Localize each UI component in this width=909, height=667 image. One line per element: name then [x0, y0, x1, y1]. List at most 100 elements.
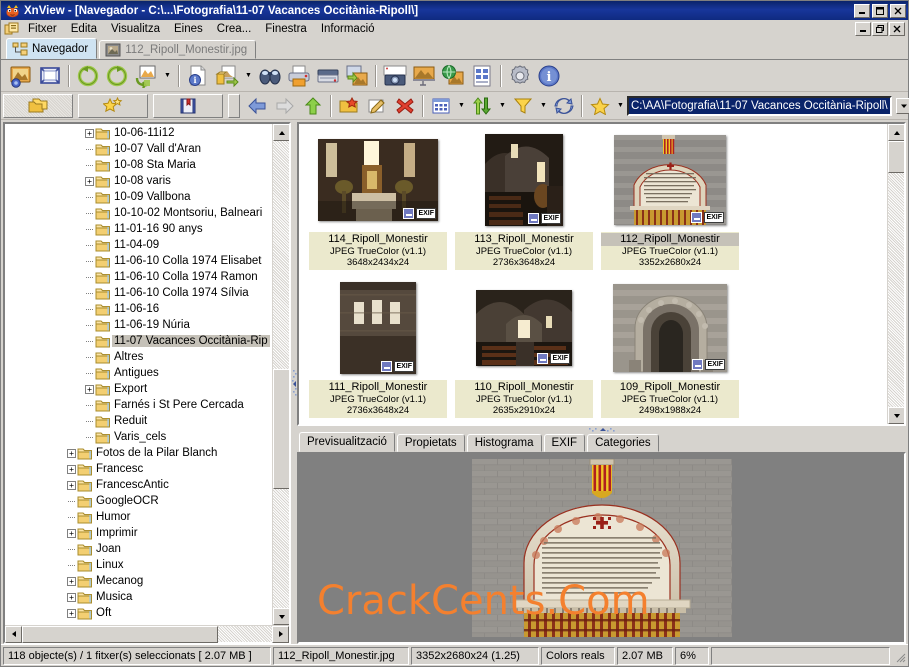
thumbnail-image[interactable]: EXIF: [476, 290, 572, 366]
tree-item[interactable]: Antigues: [5, 365, 272, 381]
screen-capture-icon[interactable]: [381, 62, 409, 90]
tree-item[interactable]: +Musica: [5, 589, 272, 605]
tree-scroll-track-upper[interactable]: [273, 141, 289, 369]
thumbnail-item[interactable]: EXIF111_Ripoll_MonestirJPEG TrueColor (v…: [305, 276, 451, 424]
tree-item[interactable]: +Mecanog: [5, 573, 272, 589]
settings-gear-icon[interactable]: [506, 62, 534, 90]
thumb-scroll-thumb[interactable]: [888, 141, 905, 173]
catalog-book-icon[interactable]: [153, 94, 223, 118]
tree-item[interactable]: Varis_cels: [5, 429, 272, 445]
tree-expand-icon[interactable]: +: [67, 577, 76, 586]
thumbnail-item[interactable]: EXIF112_Ripoll_MonestirJPEG TrueColor (v…: [597, 128, 743, 276]
convert-icon[interactable]: [132, 62, 160, 90]
delete-icon[interactable]: [391, 92, 419, 120]
tree-item[interactable]: +10-06-11i12: [5, 125, 272, 141]
tree-item[interactable]: Farnés i St Pere Cercada: [5, 397, 272, 413]
tree-item[interactable]: +Export: [5, 381, 272, 397]
rotate-left-icon[interactable]: [74, 62, 102, 90]
tree-item[interactable]: 10-10-02 Montsoriu, Balneari: [5, 205, 272, 221]
tree-hscroll-thumb[interactable]: [22, 626, 218, 643]
tree-scroll-right-button[interactable]: [272, 626, 289, 643]
resize-grip-icon[interactable]: [892, 649, 906, 663]
web-page-icon[interactable]: [439, 62, 467, 90]
tree-item[interactable]: 11-06-10 Colla 1974 Sílvia: [5, 285, 272, 301]
tree-expand-icon[interactable]: +: [85, 177, 94, 186]
tree-item[interactable]: +Oft: [5, 605, 272, 621]
preview-tab[interactable]: Previsualització: [299, 432, 395, 452]
menu-item-informacio[interactable]: Informació: [314, 21, 382, 37]
tree-item[interactable]: 10-08 Sta Maria: [5, 157, 272, 173]
window-minimize-button[interactable]: [854, 4, 870, 18]
batch-convert-dropdown-arrow[interactable]: ▼: [242, 62, 255, 90]
tree-item[interactable]: Altres: [5, 349, 272, 365]
tree-item[interactable]: 11-06-19 Núria: [5, 317, 272, 333]
tree-item[interactable]: 11-06-10 Colla 1974 Elisabet: [5, 253, 272, 269]
back-arrow-icon[interactable]: [243, 92, 271, 120]
menu-item-fitxer[interactable]: Fitxer: [21, 21, 64, 37]
contact-sheet-icon[interactable]: [468, 62, 496, 90]
sort-icon[interactable]: [468, 92, 496, 120]
mdi-minimize-button[interactable]: [855, 22, 871, 36]
slideshow-icon[interactable]: [410, 62, 438, 90]
tab-image-112[interactable]: 112_Ripoll_Monestir.jpg: [99, 40, 256, 59]
thumbnail-item[interactable]: EXIF110_Ripoll_MonestirJPEG TrueColor (v…: [451, 276, 597, 424]
tree-item[interactable]: Reduit: [5, 413, 272, 429]
preview-tab[interactable]: Categories: [587, 434, 659, 452]
scanner-icon[interactable]: [314, 62, 342, 90]
tree-item[interactable]: +10-08 varis: [5, 173, 272, 189]
tree-scroll-up-button[interactable]: [273, 124, 289, 141]
window-maximize-button[interactable]: [872, 4, 888, 18]
tree-expand-icon[interactable]: +: [67, 593, 76, 602]
tree-item[interactable]: +Fotos de la Pilar Blanch: [5, 445, 272, 461]
menu-item-edita[interactable]: Edita: [64, 21, 104, 37]
tree-item[interactable]: GoogleOCR: [5, 493, 272, 509]
tree-expand-icon[interactable]: +: [67, 449, 76, 458]
thumbnail-item[interactable]: EXIF114_Ripoll_MonestirJPEG TrueColor (v…: [305, 128, 451, 276]
preview-tab[interactable]: EXIF: [544, 434, 586, 452]
tree-scroll-left-button[interactable]: [5, 626, 22, 643]
tree-horizontal-scrollbar[interactable]: [5, 625, 289, 642]
sort-dropdown-arrow[interactable]: ▼: [496, 92, 509, 120]
tree-item[interactable]: 10-09 Vallbona: [5, 189, 272, 205]
tree-expand-icon[interactable]: +: [67, 609, 76, 618]
new-folder-icon[interactable]: [335, 92, 363, 120]
menu-item-finestra[interactable]: Finestra: [258, 21, 314, 37]
print-icon[interactable]: [285, 62, 313, 90]
tree-item[interactable]: 11-06-16: [5, 301, 272, 317]
up-folder-icon[interactable]: [299, 92, 327, 120]
tree-item[interactable]: 10-07 Vall d'Aran: [5, 141, 272, 157]
find-icon[interactable]: [256, 62, 284, 90]
tree-item[interactable]: +Imprimir: [5, 525, 272, 541]
about-info-icon[interactable]: i: [535, 62, 563, 90]
tree-item[interactable]: Linux: [5, 557, 272, 573]
add-favorite-dropdown-arrow[interactable]: ▼: [614, 92, 627, 120]
rename-icon[interactable]: [363, 92, 391, 120]
thumbnail-image[interactable]: EXIF: [614, 135, 726, 225]
tree-scroll-down-button[interactable]: [273, 608, 289, 625]
tree-expand-icon[interactable]: +: [67, 529, 76, 538]
thumbnail-grid[interactable]: EXIF114_Ripoll_MonestirJPEG TrueColor (v…: [299, 124, 887, 424]
preview-content[interactable]: CrackCents.Com: [297, 452, 906, 644]
preview-tab-bar[interactable]: PrevisualitzacióPropietatsHistogramaEXIF…: [297, 432, 906, 452]
tree-item[interactable]: 11-07 Vacances Occitània-Rip: [5, 333, 272, 349]
thumbnail-image[interactable]: EXIF: [485, 134, 563, 226]
favorites-star-icon[interactable]: [78, 94, 148, 118]
tree-expand-icon[interactable]: +: [67, 465, 76, 474]
address-dropdown-button[interactable]: [896, 98, 909, 114]
batch-convert-icon[interactable]: [213, 62, 241, 90]
window-close-button[interactable]: [890, 4, 906, 18]
tree-vertical-scrollbar[interactable]: [272, 124, 289, 625]
filter-dropdown-arrow[interactable]: ▼: [537, 92, 550, 120]
thumbnail-image[interactable]: EXIF: [340, 282, 416, 374]
view-mode-dropdown-arrow[interactable]: ▼: [455, 92, 468, 120]
info-icon[interactable]: i: [184, 62, 212, 90]
tree-scroll-track-lower[interactable]: [273, 489, 289, 608]
tree-item[interactable]: +FrancescAntic: [5, 477, 272, 493]
filter-icon[interactable]: [509, 92, 537, 120]
address-bar[interactable]: C:\AA\Fotografia\11-07 Vacances Occitàni…: [627, 96, 892, 116]
fullscreen-icon[interactable]: [36, 62, 64, 90]
mdi-close-button[interactable]: [889, 22, 905, 36]
tree-item[interactable]: Joan: [5, 541, 272, 557]
preview-tab[interactable]: Propietats: [397, 434, 465, 452]
convert-dropdown-arrow[interactable]: ▼: [161, 62, 174, 90]
